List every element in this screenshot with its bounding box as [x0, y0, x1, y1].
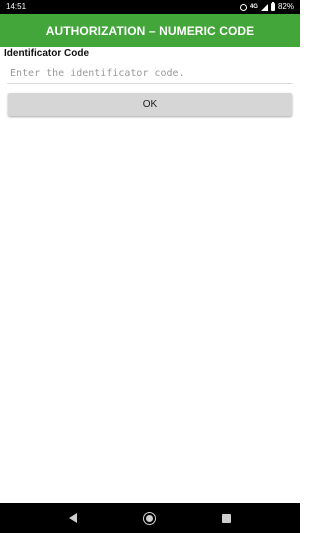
navigation-bar: [0, 503, 300, 533]
battery-icon: [270, 2, 275, 11]
network-type: 4G: [249, 4, 258, 10]
signal-icon: [260, 3, 268, 11]
app-header: AUTHORIZATION – NUMERIC CODE: [0, 14, 300, 47]
status-time: 14:51: [6, 2, 27, 11]
home-icon: [144, 512, 156, 524]
identificator-code-input[interactable]: [7, 64, 293, 84]
recents-icon: [222, 513, 232, 523]
screen: 14:51 4G 82% AUTHORIZATION – NUMERIC COD…: [0, 0, 300, 533]
status-indicators: 4G 82%: [239, 0, 294, 14]
back-button[interactable]: [58, 503, 88, 533]
recents-button[interactable]: [212, 503, 242, 533]
identificator-code-label: Identificator Code: [4, 48, 90, 59]
page-title: AUTHORIZATION – NUMERIC CODE: [45, 23, 255, 38]
alarm-icon: [239, 3, 247, 11]
battery-percent: 82%: [277, 2, 294, 11]
home-button[interactable]: [135, 503, 165, 533]
status-bar: 14:51 4G 82%: [0, 0, 300, 14]
back-icon: [69, 513, 78, 523]
ok-button[interactable]: OK: [8, 93, 292, 116]
